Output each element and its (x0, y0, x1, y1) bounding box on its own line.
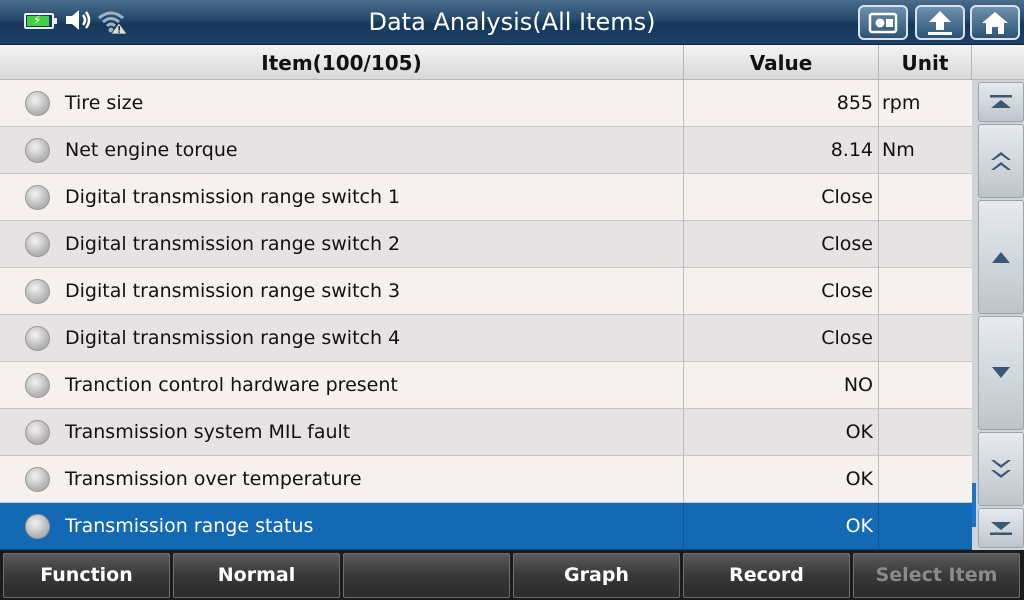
record-button[interactable]: Record (683, 553, 850, 598)
back-arrow-icon (928, 10, 952, 35)
table-row[interactable]: Digital transmission range switch 2 Clos… (0, 221, 972, 268)
row-radio[interactable] (25, 138, 50, 163)
item-value: 8.14 (830, 139, 873, 161)
line-up-icon (992, 252, 1010, 263)
item-name: Net engine torque (65, 139, 238, 161)
speaker-icon (64, 8, 94, 36)
column-unit: Unit (879, 45, 972, 80)
scroll-panel (972, 80, 1024, 550)
blank-button[interactable] (343, 553, 510, 598)
function-button[interactable]: Function (3, 553, 170, 598)
page-down-icon (991, 460, 1011, 478)
line-down-icon (992, 367, 1010, 378)
item-name: Digital transmission range switch 2 (65, 233, 401, 255)
line-up-button[interactable] (978, 200, 1024, 314)
graph-button[interactable]: Graph (513, 553, 680, 598)
table-row[interactable]: Transmission system MIL fault OK (0, 409, 972, 456)
page-up-button[interactable] (978, 124, 1024, 198)
table-row-selected[interactable]: Transmission range status OK (0, 503, 972, 550)
wifi-warning-icon (97, 9, 129, 39)
row-radio[interactable] (25, 373, 50, 398)
item-value: OK (845, 421, 873, 443)
data-table: Tire size 855 rpm Net engine torque 8.14… (0, 80, 972, 550)
item-value: NO (843, 374, 873, 396)
bottom-toolbar: Function Normal Graph Record Select Item (0, 550, 1024, 600)
page-up-icon (991, 152, 1011, 170)
select-item-button[interactable]: Select Item (853, 553, 1020, 598)
row-radio[interactable] (25, 467, 50, 492)
scroll-bottom-icon (990, 522, 1012, 535)
row-radio[interactable] (25, 91, 50, 116)
row-radio[interactable] (25, 326, 50, 351)
table-row[interactable]: Digital transmission range switch 1 Clos… (0, 174, 972, 221)
row-radio[interactable] (25, 279, 50, 304)
item-name: Tire size (65, 92, 144, 114)
page-down-button[interactable] (978, 432, 1024, 506)
battery-icon: ⚡ (24, 13, 57, 29)
screenshot-icon (868, 12, 898, 33)
item-value: Close (821, 233, 873, 255)
table-header: Item(100/105) Value Unit (0, 45, 1024, 80)
item-name: Digital transmission range switch 3 (65, 280, 401, 302)
row-radio[interactable] (25, 232, 50, 257)
scroll-top-icon (990, 95, 1012, 108)
column-value: Value (684, 45, 879, 80)
normal-button[interactable]: Normal (173, 553, 340, 598)
table-row[interactable]: Digital transmission range switch 3 Clos… (0, 268, 972, 315)
item-value: Close (821, 327, 873, 349)
scrollbar-thumb[interactable] (972, 483, 976, 527)
item-name: Transmission system MIL fault (65, 421, 351, 443)
row-radio[interactable] (25, 420, 50, 445)
screenshot-button[interactable] (858, 5, 908, 40)
table-row[interactable]: Tire size 855 rpm (0, 80, 972, 127)
table-row[interactable]: Digital transmission range switch 4 Clos… (0, 315, 972, 362)
scroll-bottom-button[interactable] (978, 508, 1024, 548)
item-name: Tranction control hardware present (65, 374, 398, 396)
item-value: 855 (836, 92, 873, 114)
item-unit: Nm (882, 139, 915, 161)
item-value: Close (821, 186, 873, 208)
scroll-top-button[interactable] (978, 82, 1024, 122)
home-icon (982, 11, 1008, 34)
row-radio[interactable] (25, 185, 50, 210)
title-bar: Data Analysis(All Items) ⚡ (0, 0, 1024, 45)
table-row[interactable]: Net engine torque 8.14 Nm (0, 127, 972, 174)
item-name: Digital transmission range switch 1 (65, 186, 401, 208)
table-row[interactable]: Transmission over temperature OK (0, 456, 972, 503)
item-unit: rpm (882, 92, 921, 114)
table-row[interactable]: Tranction control hardware present NO (0, 362, 972, 409)
item-name: Digital transmission range switch 4 (65, 327, 401, 349)
item-value: Close (821, 280, 873, 302)
item-name: Transmission range status (65, 515, 314, 537)
home-button[interactable] (970, 5, 1020, 40)
row-radio[interactable] (25, 514, 50, 539)
back-button[interactable] (915, 5, 965, 40)
item-name: Transmission over temperature (65, 468, 362, 490)
line-down-button[interactable] (978, 316, 1024, 430)
item-value: OK (845, 468, 873, 490)
item-value: OK (845, 515, 873, 537)
column-item: Item(100/105) (0, 45, 684, 80)
